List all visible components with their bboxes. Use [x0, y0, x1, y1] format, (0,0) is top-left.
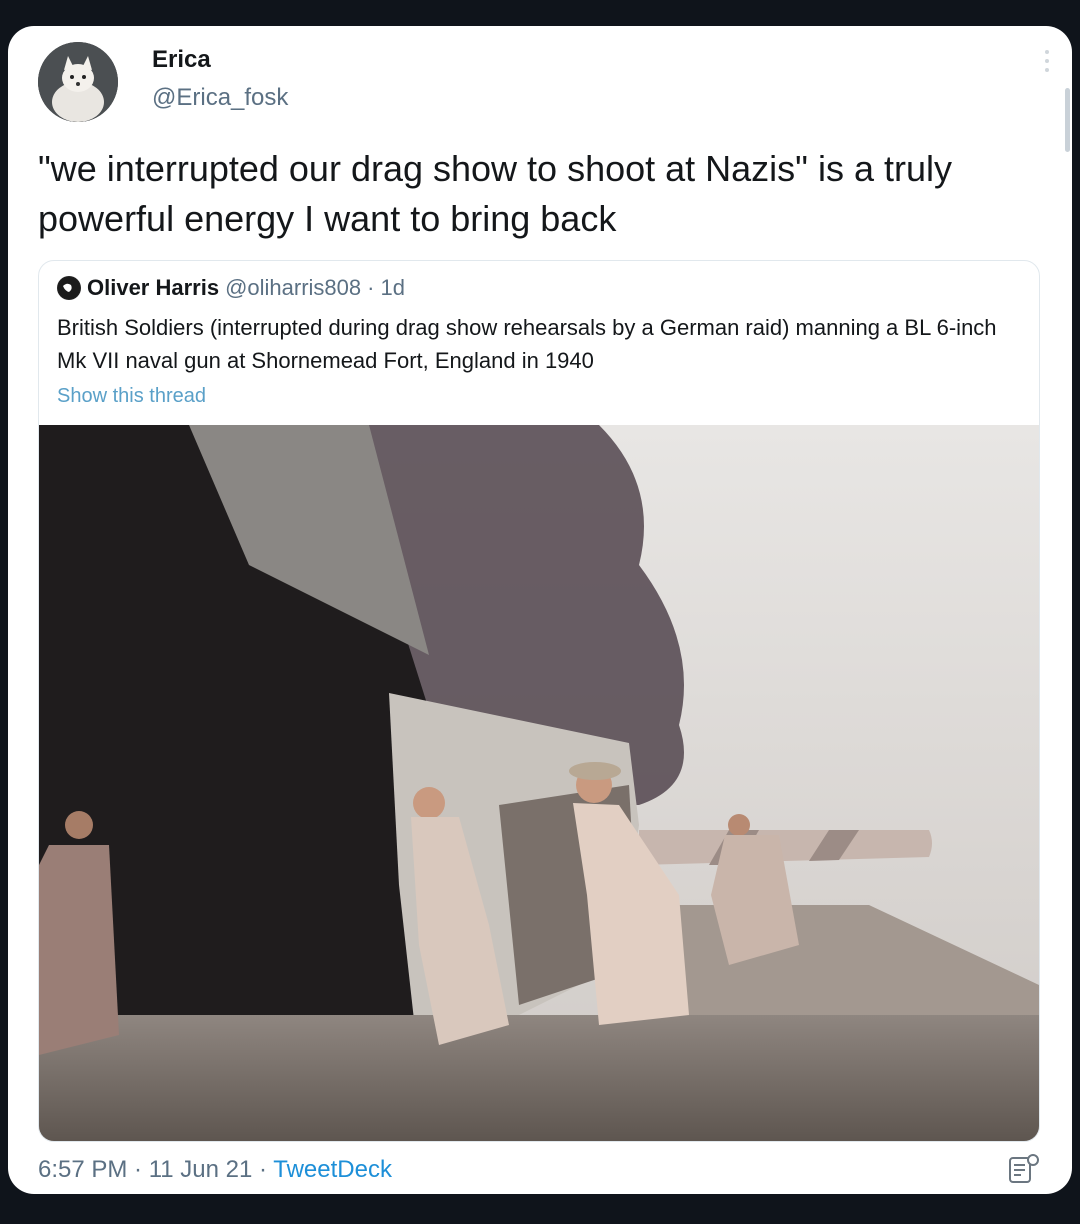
scrollbar[interactable]	[1065, 88, 1070, 152]
separator: ·	[367, 275, 375, 300]
more-vertical-icon[interactable]	[1042, 46, 1052, 76]
author-name[interactable]: Erica	[152, 46, 211, 74]
separator: ·	[127, 1156, 149, 1183]
author-avatar[interactable]	[38, 42, 118, 122]
quoted-tweet-header: Oliver Harris @oliharris808 · 1d	[57, 275, 405, 301]
tweet-footer: 6:57 PM · 11 Jun 21 · TweetDeck	[38, 1156, 392, 1184]
quoted-tweet-age: 1d	[380, 275, 405, 300]
quoted-tweet[interactable]: Oliver Harris @oliharris808 · 1d British…	[38, 260, 1040, 1142]
quoted-tweet-text: British Soldiers (interrupted during dra…	[57, 315, 997, 373]
tweet-source[interactable]: TweetDeck	[273, 1156, 392, 1183]
compose-icon[interactable]	[1006, 1152, 1042, 1188]
tweet-card: Erica @Erica_fosk "we interrupted our dr…	[8, 26, 1072, 1194]
tweet-time[interactable]: 6:57 PM	[38, 1156, 127, 1183]
quoted-author-avatar[interactable]	[57, 276, 81, 300]
globe-avatar-icon	[58, 277, 80, 299]
separator: ·	[252, 1156, 274, 1183]
show-thread-link[interactable]: Show this thread	[57, 385, 206, 408]
tweet-text: "we interrupted our drag show to shoot a…	[38, 148, 952, 239]
arctic-fox-avatar-icon	[38, 42, 118, 122]
tweet-photo[interactable]	[39, 425, 1039, 1141]
tweet-date[interactable]: 11 Jun 21	[149, 1156, 253, 1183]
author-handle[interactable]: @Erica_fosk	[152, 84, 288, 112]
quoted-author-handle[interactable]: @oliharris808	[225, 275, 361, 301]
soldier-figure	[39, 811, 119, 1055]
quoted-author-name[interactable]: Oliver Harris	[87, 275, 219, 301]
